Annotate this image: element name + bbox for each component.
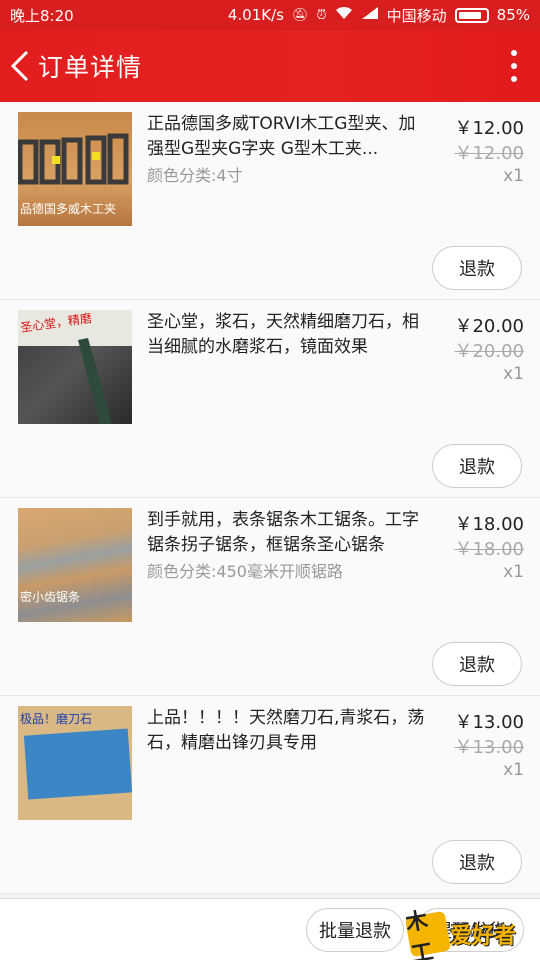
product-name[interactable]: 上品！！！！天然磨刀石,青浆石，荡石，精磨出锋刃具专用 — [147, 706, 427, 756]
quantity: x1 — [503, 166, 524, 186]
bulk-refund-button[interactable]: 批量退款 — [306, 908, 404, 952]
product-attr: 颜色分类:450毫米开顺锯路 — [147, 562, 343, 581]
refund-button[interactable]: 退款 — [432, 246, 522, 290]
alarm-icon: ⏰︎ — [316, 7, 327, 23]
product-name[interactable]: 正品德国多威TORVI木工G型夹、加强型G型夹G字夹 G型木工夹... — [147, 112, 427, 162]
status-right: 4.01K/s 🔕︎ ⏰︎ 中国移动 85% — [228, 5, 530, 26]
thumb-caption: 密小齿锯条 — [20, 590, 81, 604]
original-price: ￥13.00 — [454, 737, 524, 758]
order-item[interactable]: 圣心堂，精磨 圣心堂，浆石，天然精细磨刀石，相当细腻的水磨浆石，镜面效果 ￥20… — [0, 300, 540, 498]
page-title: 订单详情 — [38, 53, 143, 82]
product-thumbnail[interactable]: 极品！磨刀石 — [18, 706, 132, 820]
order-item[interactable]: 密小齿锯条 到手就用，表条锯条木工锯条。工字锯条拐子锯条，框锯条圣心锯条 颜色分… — [0, 498, 540, 696]
order-item-list: 品德国多威木工夹 正品德国多威TORVI木工G型夹、加强型G型夹G字夹 G型木工… — [0, 102, 540, 894]
product-price: ￥12.00 — [454, 118, 524, 139]
thumb-caption: 极品！磨刀石 — [20, 712, 93, 726]
watermark-badge: 木工 — [404, 908, 452, 960]
order-item[interactable]: 极品！磨刀石 上品！！！！天然磨刀石,青浆石，荡石，精磨出锋刃具专用 ￥13.0… — [0, 696, 540, 894]
more-menu-icon[interactable] — [510, 50, 518, 82]
product-thumbnail[interactable]: 圣心堂，精磨 — [18, 310, 132, 424]
back-arrow-icon[interactable] — [2, 30, 38, 102]
order-item[interactable]: 品德国多威木工夹 正品德国多威TORVI木工G型夹、加强型G型夹G字夹 G型木工… — [0, 102, 540, 300]
thumb-caption: 品德国多威木工夹 — [20, 202, 117, 216]
mute-icon: 🔕︎ — [291, 7, 309, 23]
carrier-name: 中国移动 — [386, 6, 447, 25]
product-price: ￥13.00 — [454, 712, 524, 733]
original-price: ￥20.00 — [454, 341, 524, 362]
watermark-text: 爱好者 — [450, 924, 517, 949]
original-price: ￥18.00 — [454, 539, 524, 560]
app-header: 订单详情 — [0, 30, 540, 102]
refund-button[interactable]: 退款 — [432, 444, 522, 488]
status-bar: 晚上8:20 4.01K/s 🔕︎ ⏰︎ 中国移动 85% — [0, 0, 540, 30]
product-name[interactable]: 到手就用，表条锯条木工锯条。工字锯条拐子锯条，框锯条圣心锯条 — [147, 508, 427, 558]
refund-button[interactable]: 退款 — [432, 840, 522, 884]
quantity: x1 — [503, 364, 524, 384]
original-price: ￥12.00 — [454, 143, 524, 164]
product-attr: 颜色分类:4寸 — [147, 166, 243, 185]
product-thumbnail[interactable]: 密小齿锯条 — [18, 508, 132, 622]
product-price: ￥18.00 — [454, 514, 524, 535]
battery-icon — [454, 7, 489, 23]
refund-button[interactable]: 退款 — [432, 642, 522, 686]
status-time: 晚上8:20 — [10, 6, 74, 25]
product-thumbnail[interactable]: 品德国多威木工夹 — [18, 112, 132, 226]
product-price: ￥20.00 — [454, 316, 524, 337]
wifi-icon — [335, 6, 353, 24]
product-name[interactable]: 圣心堂，浆石，天然精细磨刀石，相当细腻的水磨浆石，镜面效果 — [147, 310, 427, 360]
watermark-logo: 木工 爱好者 — [404, 908, 534, 960]
quantity: x1 — [503, 760, 524, 780]
battery-percent: 85% — [496, 6, 530, 24]
quantity: x1 — [503, 562, 524, 582]
signal-icon — [361, 6, 379, 24]
net-speed: 4.01K/s — [227, 6, 284, 24]
